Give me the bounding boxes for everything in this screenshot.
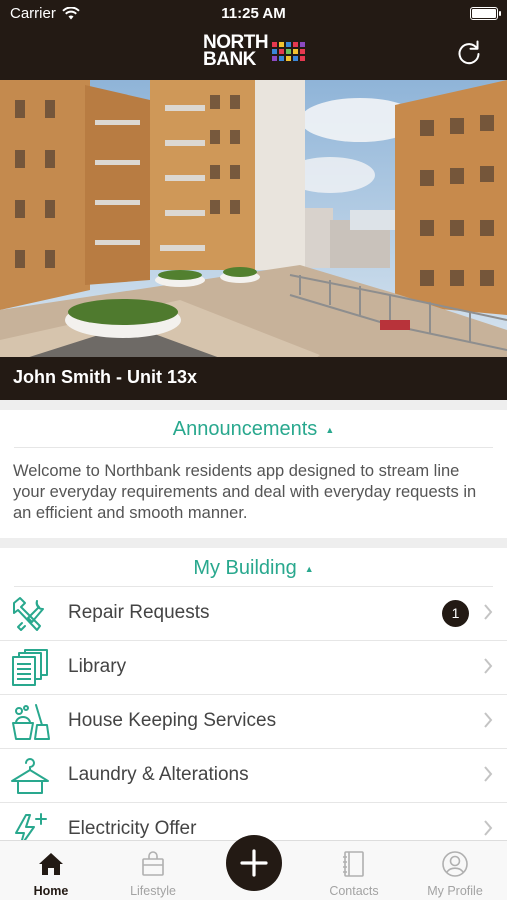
menu-item-house-keeping[interactable]: House Keeping Services	[0, 695, 507, 749]
logo-square	[293, 41, 299, 47]
logo-square	[300, 55, 306, 61]
menu-item-label: Library	[68, 656, 127, 677]
building-hero-image: John Smith - Unit 13x	[0, 80, 507, 400]
resident-name: John Smith - Unit 13x	[13, 367, 198, 387]
courtyard-illustration	[0, 80, 507, 400]
logo-square	[272, 55, 278, 61]
menu-item-laundry[interactable]: Laundry & Alterations	[0, 749, 507, 803]
status-bar: Carrier 11:25 AM	[0, 0, 507, 28]
tab-label: My Profile	[427, 884, 483, 898]
chevron-right-icon	[484, 712, 493, 728]
menu-item-label: Repair Requests	[68, 602, 210, 623]
hanger-icon	[11, 758, 49, 794]
section-divider	[0, 538, 507, 548]
section-divider	[0, 400, 507, 410]
tab-my-profile[interactable]: My Profile	[405, 841, 505, 900]
tab-lifestyle[interactable]: Lifestyle	[103, 841, 203, 900]
announcement-text: Welcome to Northbank residents app desig…	[13, 462, 477, 522]
announcements-header[interactable]: Announcements ▲	[0, 418, 507, 441]
app-header: Carrier 11:25 AM NORTH BANK	[0, 0, 507, 80]
logo-wordmark: NORTH BANK	[203, 33, 269, 70]
logo-square	[279, 55, 285, 61]
menu-item-label: Electricity Offer	[68, 818, 197, 839]
logo-square	[300, 48, 306, 54]
logo-square	[300, 41, 306, 47]
notification-badge: 1	[442, 600, 469, 627]
logo-square	[293, 48, 299, 54]
menu-item-label: Laundry & Alterations	[68, 764, 249, 785]
cleaning-bucket-icon	[12, 704, 50, 740]
logo-square	[286, 41, 292, 47]
logo-square	[272, 41, 278, 47]
logo-square	[279, 41, 285, 47]
logo-square	[272, 48, 278, 54]
tab-contacts[interactable]: Contacts	[304, 841, 404, 900]
shopping-bag-icon	[142, 851, 164, 876]
battery-icon	[470, 7, 501, 20]
my-building-title: My Building	[193, 557, 297, 579]
chevron-right-icon	[484, 766, 493, 782]
logo-square	[279, 48, 285, 54]
add-button[interactable]	[226, 835, 282, 891]
tab-label: Contacts	[329, 884, 379, 898]
repair-tools-icon	[13, 597, 44, 631]
logo-square	[286, 55, 292, 61]
chevron-right-icon	[484, 658, 493, 674]
menu-item-library[interactable]: Library	[0, 641, 507, 695]
plus-icon	[240, 849, 268, 877]
tab-home[interactable]: Home	[1, 841, 101, 900]
logo-square	[286, 48, 292, 54]
logo-line-bank: BANK	[203, 49, 256, 70]
home-icon	[39, 853, 63, 875]
logo-square	[293, 55, 299, 61]
address-book-icon	[343, 851, 364, 877]
menu-item-repair-requests[interactable]: Repair Requests 1	[0, 587, 507, 641]
menu-item-label: House Keeping Services	[68, 710, 277, 731]
refresh-icon[interactable]	[455, 38, 483, 66]
header-underline	[14, 447, 493, 448]
chevron-right-icon	[484, 604, 493, 620]
announcements-title: Announcements	[172, 418, 318, 440]
collapse-arrow-icon: ▲	[304, 563, 314, 574]
tab-label: Lifestyle	[130, 884, 176, 898]
collapse-arrow-icon: ▲	[325, 424, 335, 435]
northbank-logo: NORTH BANK	[203, 33, 306, 70]
chevron-right-icon	[484, 820, 493, 836]
resident-info-bar: John Smith - Unit 13x	[0, 357, 507, 400]
profile-icon	[442, 851, 468, 877]
logo-color-grid	[272, 41, 306, 61]
library-documents-icon	[12, 649, 48, 686]
status-time: 11:25 AM	[221, 5, 286, 22]
tab-label: Home	[33, 884, 69, 898]
my-building-header[interactable]: My Building ▲	[0, 557, 507, 580]
